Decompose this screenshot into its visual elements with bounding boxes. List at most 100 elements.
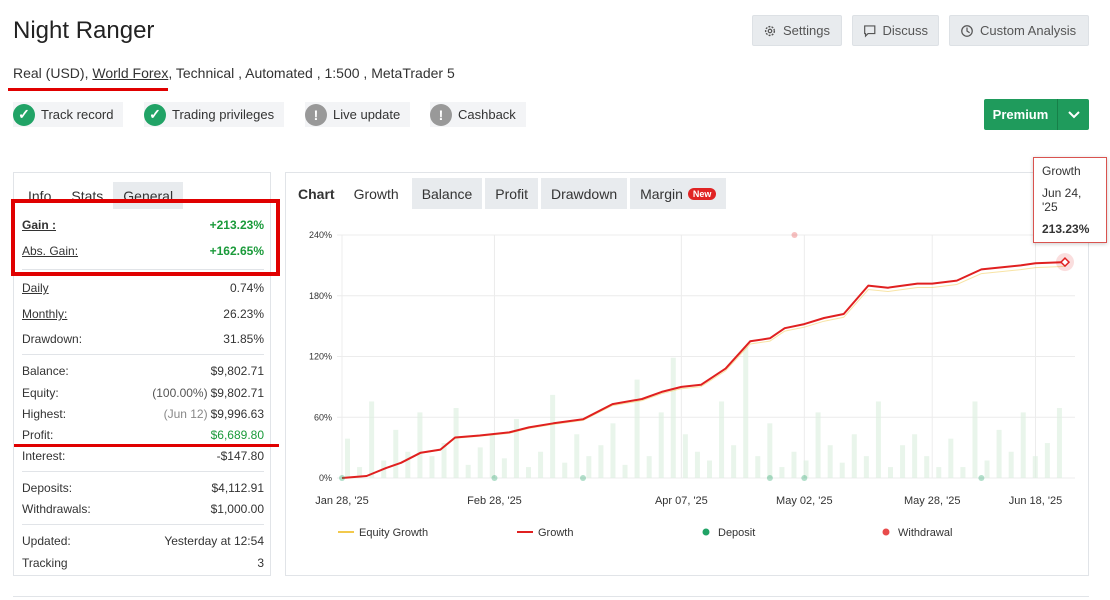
y-tick-label: 180%: [309, 291, 332, 301]
background-bar: [550, 394, 556, 478]
broker-link[interactable]: World Forex: [92, 65, 168, 81]
annotation-underline: [14, 444, 279, 447]
badge-label: Trading privileges: [172, 107, 275, 122]
deposits-label: Deposits:: [22, 481, 73, 495]
background-bar: [900, 445, 906, 478]
deposit-marker: [801, 475, 808, 481]
profit-value: $6,689.80: [210, 428, 264, 442]
comment-icon: [864, 24, 876, 37]
background-bar: [1020, 412, 1026, 478]
highest-label: Highest:: [22, 407, 67, 421]
highest-value: $9,996.63: [210, 407, 264, 421]
tooltip-date: Jun 24, '25: [1042, 186, 1082, 214]
background-bar: [658, 412, 664, 478]
background-bar: [489, 434, 495, 478]
background-bar: [1056, 408, 1062, 478]
background-bar: [707, 460, 712, 478]
x-tick-label: Jan 28, '25: [315, 495, 368, 507]
balance-value: $9,802.71: [210, 364, 264, 378]
deposits-row: Deposits: $4,112.91: [22, 481, 264, 495]
background-bar: [1044, 443, 1050, 478]
background-bar: [465, 464, 471, 478]
background-bar: [960, 467, 966, 478]
background-bar: [791, 451, 797, 478]
background-bar: [924, 456, 930, 478]
deposit-marker: [339, 475, 345, 481]
legend-swatch: [882, 528, 890, 536]
background-bar: [526, 467, 531, 478]
x-tick-label: Apr 07, '25: [655, 495, 708, 507]
growth-chart[interactable]: 0% 60% 120% 180% 240% Jan 28, '25 Feb 28, '25 A…: [286, 173, 1090, 577]
background-bar: [851, 434, 857, 478]
discuss-label: Discuss: [882, 23, 928, 38]
gear-icon: [764, 25, 776, 36]
clock-icon: [961, 24, 973, 37]
withdrawals-label: Withdrawals:: [22, 502, 91, 516]
tooltip-value: 213.23%: [1042, 222, 1090, 236]
background-bar: [827, 445, 833, 478]
background-bar: [682, 434, 688, 478]
x-tick-label: May 02, '25: [776, 495, 833, 507]
badge-label: Cashback: [458, 107, 516, 122]
withdrawal-marker: [791, 232, 798, 238]
background-bar: [912, 434, 918, 478]
background-bar: [694, 451, 700, 478]
daily-label[interactable]: Daily: [22, 281, 49, 295]
background-bar: [417, 412, 423, 478]
check-icon: ✓: [13, 103, 35, 126]
monthly-label[interactable]: Monthly:: [22, 307, 67, 321]
background-bar: [767, 423, 773, 478]
footer-divider: [13, 596, 1089, 597]
balance-label: Balance:: [22, 364, 69, 378]
equity-value: $9,802.71: [210, 386, 264, 400]
exclamation-icon: !: [305, 103, 327, 126]
background-bar: [815, 412, 821, 478]
deposits-value: $4,112.91: [211, 481, 265, 495]
background-bar: [574, 434, 580, 478]
custom-analysis-label: Custom Analysis: [980, 23, 1077, 38]
balance-row: Balance: $9,802.71: [22, 364, 264, 378]
withdrawals-value: $1,000.00: [210, 502, 264, 516]
chevron-down-icon[interactable]: [1057, 99, 1089, 130]
background-bar: [634, 379, 640, 478]
x-tick-label: Jun 18, '25: [1009, 495, 1062, 507]
background-bar: [863, 456, 869, 478]
background-bar: [345, 438, 350, 478]
growth-line: [341, 261, 1066, 479]
background-bar: [393, 429, 399, 478]
chart-tooltip: Growth Jun 24, '25 213.23%: [1033, 157, 1107, 243]
deposit-marker: [978, 475, 985, 481]
legend-label: Deposit: [718, 527, 755, 539]
background-bar: [369, 401, 375, 478]
trading-privileges-badge: ✓ Trading privileges: [144, 102, 285, 127]
premium-button[interactable]: Premium: [984, 99, 1089, 130]
exclamation-icon: !: [430, 103, 452, 126]
background-bar: [984, 460, 990, 478]
custom-analysis-button[interactable]: Custom Analysis: [949, 15, 1089, 46]
highest-date: (Jun 12): [163, 407, 208, 421]
account-subtitle: Real (USD), World Forex, Technical , Aut…: [13, 65, 455, 81]
background-bar: [875, 401, 881, 478]
interest-value: -$147.80: [216, 449, 264, 463]
y-tick-label: 120%: [309, 352, 332, 362]
settings-button[interactable]: Settings: [752, 15, 842, 46]
discuss-button[interactable]: Discuss: [852, 15, 939, 46]
background-bar: [562, 462, 568, 478]
track-record-badge: ✓ Track record: [13, 102, 124, 127]
x-tick-label: May 28, '25: [904, 495, 961, 507]
withdrawals-row: Withdrawals: $1,000.00: [22, 502, 264, 516]
background-bar: [429, 456, 435, 478]
updated-row: Updated: Yesterday at 12:54: [22, 534, 264, 548]
monthly-row: Monthly: 26.23%: [22, 307, 264, 321]
background-bar: [779, 467, 785, 478]
background-bar: [405, 451, 411, 478]
legend-label: Withdrawal: [898, 527, 952, 539]
interest-label: Interest:: [22, 449, 66, 463]
drawdown-value: 31.85%: [223, 332, 264, 346]
background-bar: [610, 423, 616, 478]
legend-swatch: [702, 528, 710, 536]
x-tick-label: Feb 28, '25: [467, 495, 522, 507]
monthly-value: 26.23%: [223, 307, 264, 321]
account-title: Night Ranger: [13, 17, 155, 44]
background-bar: [513, 418, 519, 478]
